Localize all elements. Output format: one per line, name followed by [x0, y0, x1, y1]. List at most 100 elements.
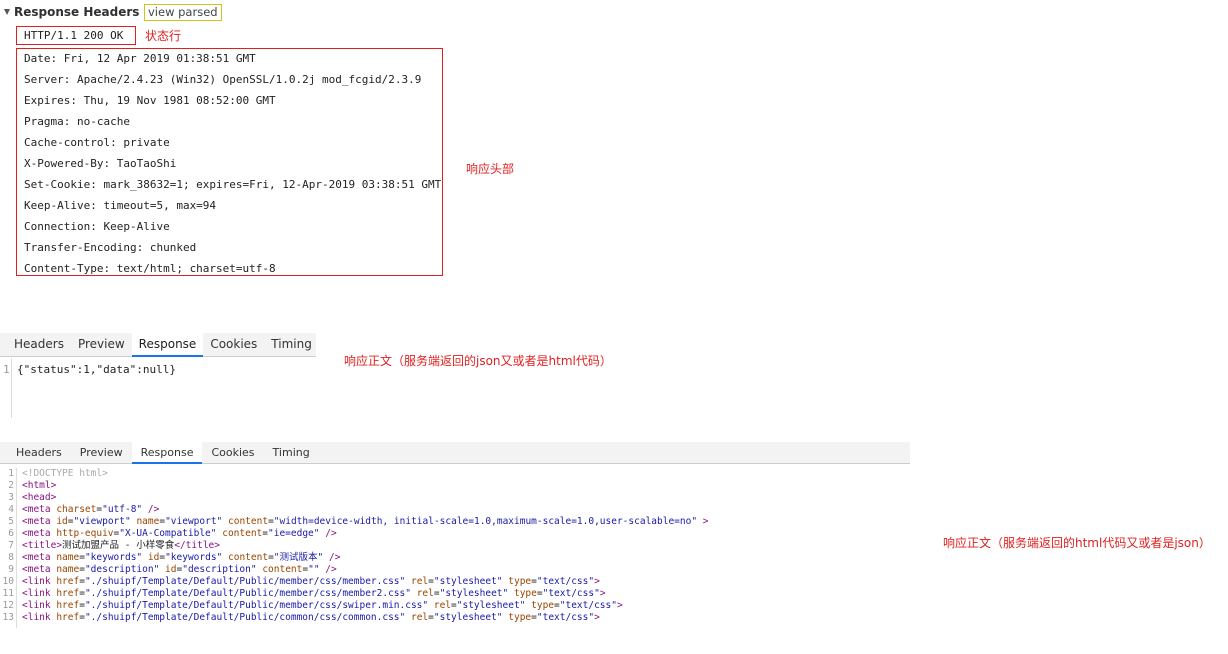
code-token: "stylesheet": [433, 612, 503, 623]
code-token: <meta: [22, 504, 57, 515]
code-token: href: [56, 612, 80, 623]
tab-response[interactable]: Response: [131, 333, 204, 357]
code-line: 9 <meta name="description" id="descriptio…: [0, 564, 336, 576]
code-text: <link href="./shuipf/Template/Default/Pu…: [22, 588, 606, 600]
response-headers-toggle[interactable]: Response Headers: [4, 4, 139, 20]
line-number: 5: [8, 516, 14, 527]
code-token: type: [508, 576, 532, 587]
code-line: 10 <link href="./shuipf/Template/Default/…: [0, 576, 600, 588]
tab-headers[interactable]: Headers: [0, 333, 71, 356]
code-text: <html>: [22, 480, 56, 492]
code-token: />: [323, 552, 341, 563]
code-token: <meta: [22, 516, 57, 527]
header-line: Transfer-Encoding: chunked: [24, 241, 197, 254]
code-token: id: [165, 564, 177, 575]
code-token: "测试版本": [273, 552, 324, 563]
response-body-annotation: 响应正文（服务端返回的json又或者是html代码）: [344, 354, 612, 368]
code-token: "keywords": [84, 552, 143, 563]
line-number: 11: [2, 588, 14, 599]
response-headers-title: Response Headers: [14, 5, 140, 19]
code-token: name: [56, 564, 80, 575]
code-token: <head>: [22, 492, 57, 503]
header-line: Expires: Thu, 19 Nov 1981 08:52:00 GMT: [24, 94, 276, 107]
code-line: 5 <meta id="viewport" name="viewport" con…: [0, 516, 708, 528]
code-token: <meta: [22, 528, 57, 539]
code-token: rel: [416, 588, 434, 599]
code-token: "./shuipf/Template/Default/Public/member…: [84, 576, 406, 587]
header-line: Keep-Alive: timeout=5, max=94: [24, 199, 217, 212]
code-token: type: [508, 612, 532, 623]
code-token: >: [594, 612, 600, 623]
code-token: <link: [22, 588, 57, 599]
response-body-html-annotation: 响应正文（服务端返回的html代码又或者是json）: [943, 536, 1211, 550]
tab-preview[interactable]: Preview: [71, 333, 132, 356]
code-text: <title>测试加盟产品 - 小样零食</title>: [22, 540, 220, 552]
code-line: 6 <meta http-equiv="X-UA-Compatible" cont…: [0, 528, 336, 540]
header-line: X-Powered-By: TaoTaoShi: [24, 157, 177, 170]
code-token: "utf-8": [102, 504, 143, 515]
line-number: 10: [2, 576, 14, 587]
code-token: href: [56, 588, 80, 599]
code-token: "stylesheet": [433, 576, 503, 587]
code-token: </title>: [174, 540, 220, 551]
line-number: 12: [2, 600, 14, 611]
header-line: Date: Fri, 12 Apr 2019 01:38:51 GMT: [24, 52, 256, 65]
code-text: <link href="./shuipf/Template/Default/Pu…: [22, 576, 600, 588]
tab-headers[interactable]: Headers: [0, 442, 71, 463]
line-number: 8: [8, 552, 14, 563]
code-token: type: [513, 588, 537, 599]
code-token: rel: [410, 576, 429, 587]
code-token: >: [697, 516, 709, 527]
line-number: 4: [8, 504, 14, 515]
code-token: id: [147, 552, 160, 563]
code-line: 8 <meta name="keywords" id="keywords" con…: [0, 552, 340, 564]
code-token: <meta: [22, 552, 57, 563]
tab-timing[interactable]: Timing: [264, 442, 319, 463]
code-token: "X-UA-Compatible": [119, 528, 217, 539]
code-token: <link: [22, 612, 57, 623]
code-text: <meta name="description" id="description…: [22, 564, 337, 576]
devtools-tabbar: Headers Preview Response Cookies Timing: [0, 333, 316, 357]
tab-response[interactable]: Response: [131, 442, 203, 464]
code-text: <link href="./shuipf/Template/Default/Pu…: [22, 600, 623, 612]
code-token: "ie=edge": [268, 528, 320, 539]
code-line: 1 <!DOCTYPE html>: [0, 468, 108, 480]
code-text: <meta http-equiv="X-UA-Compatible" conte…: [22, 528, 337, 540]
code-token: content: [228, 552, 269, 563]
code-token: rel: [433, 600, 452, 611]
code-token: "text/css": [542, 588, 600, 599]
code-text: <link href="./shuipf/Template/Default/Pu…: [22, 612, 600, 624]
code-token: <link: [22, 600, 57, 611]
line-number: 1: [8, 468, 14, 479]
response-body-json: 1 {"status":1,"data":null}: [0, 358, 316, 418]
tab-timing[interactable]: Timing: [264, 333, 319, 356]
line-number: 7: [8, 540, 14, 551]
code-line: 7 <title>测试加盟产品 - 小样零食</title>: [0, 540, 220, 552]
code-token: >: [599, 588, 606, 599]
header-line: Set-Cookie: mark_38632=1; expires=Fri, 1…: [24, 178, 442, 191]
code-token: content: [262, 564, 303, 575]
view-parsed-button[interactable]: view parsed: [144, 4, 222, 21]
code-token: "text/css": [536, 612, 595, 623]
header-line: Cache-control: private: [24, 136, 170, 149]
header-line: Server: Apache/2.4.23 (Win32) OpenSSL/1.…: [24, 73, 422, 86]
devtools-tabbar-html: Headers Preview Response Cookies Timing: [0, 442, 910, 464]
code-token: />: [319, 528, 337, 539]
code-token: "viewport": [73, 516, 131, 527]
code-text: <!DOCTYPE html>: [22, 468, 108, 480]
code-token: >: [616, 600, 623, 611]
code-line: 4 <meta charset="utf-8" />: [0, 504, 159, 516]
code-token: <title>: [22, 540, 63, 551]
code-token: "stylesheet": [456, 600, 526, 611]
code-text: <meta id="viewport" name="viewport" cont…: [22, 516, 709, 528]
code-text: <head>: [22, 492, 56, 504]
code-token: content: [228, 516, 269, 527]
tab-preview[interactable]: Preview: [71, 442, 132, 463]
status-line-annotation: 状态行: [145, 29, 182, 43]
line-number: 2: [8, 480, 14, 491]
code-token: "description": [84, 564, 160, 575]
line-number: 9: [8, 564, 14, 575]
tab-cookies[interactable]: Cookies: [202, 442, 263, 463]
code-token: <link: [22, 576, 57, 587]
tab-cookies[interactable]: Cookies: [203, 333, 264, 356]
